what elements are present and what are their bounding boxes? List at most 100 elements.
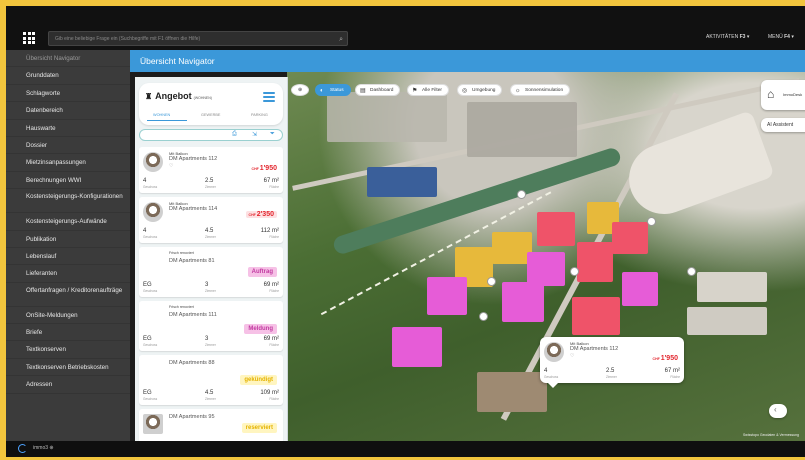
search-icon[interactable]: ⌕ [339, 32, 343, 47]
sidebar-item-berechnungen[interactable]: Berechnungen WWI [6, 172, 130, 190]
map-marker[interactable] [487, 277, 496, 286]
sidebar-item-datenbereich[interactable]: Datenbereich [6, 102, 130, 120]
map-building [467, 102, 577, 157]
brand-button[interactable]: ⌂ ImmoDesk [761, 80, 805, 110]
export-icon[interactable]: ⇲ [252, 131, 257, 138]
activities-menu[interactable]: AKTIVITÄTEN F3 ▾ [706, 34, 749, 40]
sidebar-item-textkonserven[interactable]: Textkonserven [6, 341, 130, 359]
map-building-highlight[interactable] [527, 252, 565, 286]
map-building [619, 110, 775, 224]
filter-icon: ⚑ [412, 88, 418, 94]
map-marker[interactable] [687, 267, 696, 276]
main-menu[interactable]: MENÜ F4 ▾ [768, 34, 794, 40]
favorite-icon[interactable]: ♡ [570, 353, 574, 359]
favorite-icon[interactable]: ♡ [169, 163, 173, 169]
environment-button[interactable]: ◎ Umgebung [457, 84, 503, 96]
map-building-highlight[interactable] [622, 272, 658, 306]
sidebar-item-lebenslauf[interactable]: Lebenslauf [6, 248, 130, 266]
property-card[interactable]: DM Apartments 95 reserviert [139, 409, 283, 441]
map-building-highlight[interactable] [612, 222, 648, 254]
sidebar-item-kostensteigerungs-konfigurationen[interactable]: Kostensteigerungs-Konfigurationen [6, 189, 130, 214]
sidebar-item-onsite-meldungen[interactable]: OnSite-Meldungen [6, 307, 130, 325]
app-window: Gib eine beliebige Frage ein (Suchbegrif… [6, 6, 805, 457]
tab-wohnen[interactable]: WOHNEN [153, 113, 170, 117]
page-title: Übersicht Navigator [130, 50, 805, 72]
price-label: CHF1'950 [652, 355, 678, 362]
property-thumbnail [143, 414, 163, 434]
map-marker[interactable] [647, 217, 656, 226]
property-card[interactable]: DM Apartments 88 gekündigt EG Geschoss 4.… [139, 355, 283, 405]
ai-assistant-button[interactable]: AI Assistent [761, 118, 805, 132]
sidebar: Übersicht Navigator Grunddaten Schlagwor… [6, 50, 130, 441]
tab-gewerbe[interactable]: GEWERBE [201, 113, 220, 117]
search-placeholder: Gib eine beliebige Frage ein (Suchbegrif… [55, 36, 201, 42]
app-grid-icon[interactable] [23, 32, 35, 44]
property-card[interactable]: Frisch renoviert DM Apartments 81 Auftra… [139, 247, 283, 297]
map-marker[interactable] [570, 267, 579, 276]
map-building-highlight[interactable] [492, 232, 532, 264]
app-logo-icon [18, 444, 27, 453]
status-badge: reserviert [241, 423, 277, 433]
sidebar-item-adressen[interactable]: Adressen [6, 376, 130, 394]
map-building-highlight[interactable] [502, 282, 544, 322]
status-badge: Meldung [244, 324, 277, 334]
map-marker[interactable] [517, 190, 526, 199]
map-attribution: Swisstopo Geodaten & Vermessung [742, 433, 799, 437]
sidebar-item-grunddaten[interactable]: Grunddaten [6, 67, 130, 85]
map-building [687, 307, 767, 335]
tab-parking[interactable]: PARKING [251, 113, 268, 117]
property-card[interactable]: Frisch renoviert DM Apartments 111 Meldu… [139, 301, 283, 351]
search-input[interactable]: Gib eine beliebige Frage ein (Suchbegrif… [48, 31, 348, 46]
map-river [331, 146, 623, 256]
sidebar-item-kostensteigerungs-aufwaende[interactable]: Kostensteigerungs-Aufwände [6, 213, 130, 231]
offer-panel-header: ♜ Angebot (WOHNEN) WOHNEN GEWERBE PARKING [139, 83, 283, 125]
offer-icon: ♜ [145, 92, 153, 101]
map-building [477, 372, 547, 412]
map-building-highlight[interactable] [427, 277, 467, 315]
map-building [697, 272, 767, 302]
hamburger-menu-icon[interactable] [263, 92, 275, 104]
environment-icon: ◎ [462, 88, 468, 94]
property-thumbnail [143, 152, 163, 172]
property-stats: 4 Geschoss 2.5 Zimmer 67 m² Fläche [143, 178, 279, 189]
map-building-highlight[interactable] [392, 327, 442, 367]
sidebar-item-hauswarte[interactable]: Hauswarte [6, 120, 130, 137]
zoom-button[interactable]: ‹ [769, 404, 787, 418]
sidebar-item-briefe[interactable]: Briefe [6, 324, 130, 342]
sidebar-item-uebersicht-navigator[interactable]: Übersicht Navigator [6, 50, 130, 68]
sidebar-item-lieferanten[interactable]: Lieferanten [6, 265, 130, 283]
property-card[interactable]: Mit Balkon DM Apartments 114 CHF2'350 4G… [139, 197, 283, 243]
top-bar: Gib eine beliebige Frage ein (Suchbegrif… [6, 6, 805, 50]
status-badge: gekündigt [240, 375, 277, 385]
all-filters-button[interactable]: ⚑ Alle Filter [407, 84, 449, 96]
map-building-highlight[interactable] [572, 297, 620, 335]
price-label: CHF2'350 [245, 211, 277, 218]
property-stats: EG Geschoss 3 Zimmer 69 m² Fläche [143, 282, 279, 293]
sidebar-item-schlagworte[interactable]: Schlagworte [6, 85, 130, 103]
map-3d-view[interactable]: ⊕ ◐ Status ▤ Dashboard ⚑ Alle Filter ◎ Umgeb… [287, 72, 805, 441]
print-icon[interactable]: ⎙ [232, 131, 237, 138]
sidebar-item-textkonserven-betriebskosten[interactable]: Textkonserven Betriebskosten [6, 359, 130, 377]
sidebar-item-dossier[interactable]: Dossier [6, 137, 130, 155]
sidebar-item-offertanfragen[interactable]: Offertanfragen / Kreditorenaufträge [6, 283, 130, 307]
dashboard-icon: ▤ [360, 88, 366, 94]
map-building-highlight[interactable] [537, 212, 575, 246]
property-stats: 4 Geschoss 2.5 Zimmer 67 m² Fläche [544, 368, 680, 379]
status-filter-button[interactable]: ◐ Status [315, 84, 351, 96]
sidebar-item-mietzinsanpassungen[interactable]: Mietzinsanpassungen [6, 154, 130, 172]
sun-icon: ☼ [515, 88, 521, 94]
offer-tabs: WOHNEN GEWERBE PARKING [147, 111, 275, 121]
compass-icon[interactable]: ⊕ [291, 84, 309, 96]
price-label: CHF1'950 [251, 165, 277, 172]
status-badge: Auftrag [247, 267, 277, 277]
property-card[interactable]: Mit Balkon DM Apartments 112 ♡ CHF1'950 … [139, 147, 283, 193]
filter-icon[interactable]: ⏷ [270, 131, 275, 138]
map-building-highlight[interactable] [577, 242, 613, 282]
dashboard-button[interactable]: ▤ Dashboard [355, 84, 401, 96]
map-property-popup[interactable]: Mit Balkon DM Apartments 112 ♡ CHF1'950 … [540, 337, 684, 388]
status-icon: ◐ [320, 88, 324, 94]
house-icon: ⌂ [767, 87, 775, 101]
map-marker[interactable] [479, 312, 488, 321]
sidebar-item-publikation[interactable]: Publikation [6, 231, 130, 248]
sun-simulation-button[interactable]: ☼ Sonnensimulation [510, 84, 571, 96]
